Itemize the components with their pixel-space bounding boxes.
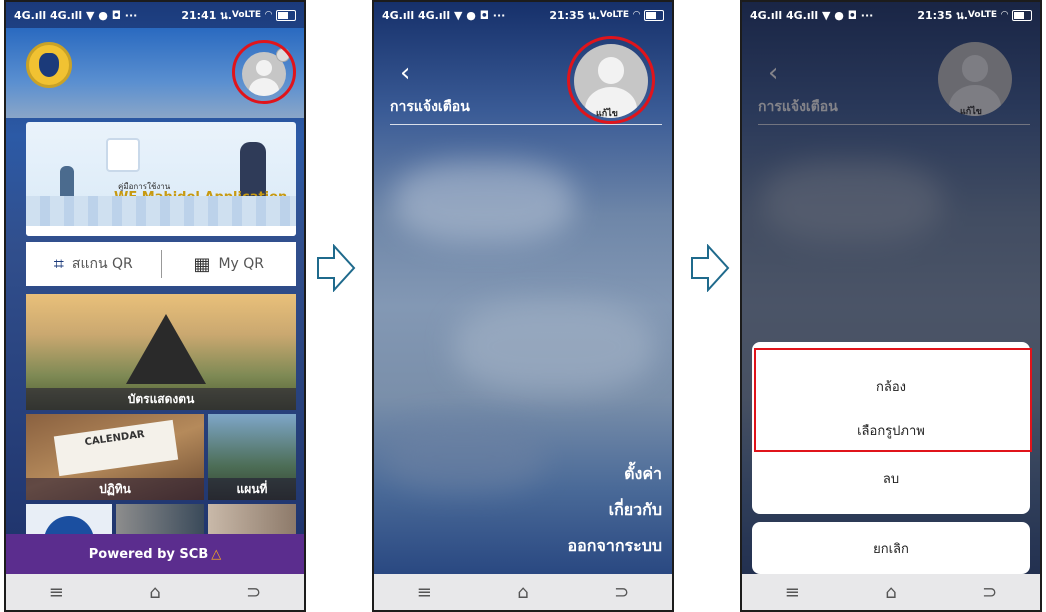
status-time: 21:35 น. [917,9,968,22]
status-time: 21:35 น. [549,9,600,22]
qr-bar: ⌗ สแกน QR ▦ My QR [26,242,296,286]
delete-photo-option[interactable]: ลบ [752,468,1030,489]
tile-id-card[interactable]: บัตรแสดงตน [26,294,296,410]
volte-icon: VoLTE [231,10,262,20]
status-right: VoLTE ◠ [599,9,664,21]
page-title: การแจ้งเตือน [390,99,470,115]
status-signal: 4G.ıll 4G.ıll ▼ ● ◘ ··· [750,8,874,22]
back-icon[interactable]: ⊃ [982,582,997,603]
highlight-box [754,348,1032,452]
scan-qr-button[interactable]: ⌗ สแกน QR [26,253,161,275]
my-qr-label: My QR [218,256,265,272]
cancel-button[interactable]: ยกเลิก [752,522,1030,574]
wifi-icon: ◠ [1001,10,1008,20]
back-arrow-icon[interactable]: ‹ [400,60,410,86]
building-illustration [126,314,206,384]
calendar-card: CALENDAR [53,419,179,477]
status-bar: 4G.ıll 4G.ıll ▼ ● ◘ ··· 21:35 น. VoLTE ◠ [374,2,672,28]
battery-icon [1012,9,1032,21]
menu-icon[interactable]: ≡ [49,582,64,603]
status-time: 21:41 น. [181,9,232,22]
system-nav-bar: ≡ ⌂ ⊃ [6,574,304,610]
blur-shape [454,302,654,392]
highlight-circle [567,36,655,124]
home-icon[interactable]: ⌂ [149,582,160,603]
tile-caption: แผนที่ [208,478,296,500]
my-qr-button[interactable]: ▦ My QR [162,254,297,275]
status-right: VoLTE ◠ [967,9,1032,21]
battery-icon [644,9,664,21]
battery-icon [276,9,296,21]
status-signal: 4G.ıll 4G.ıll ▼ ● ◘ ··· [382,8,506,22]
app-icon [106,138,140,172]
system-nav-bar: ≡ ⌂ ⊃ [374,574,672,610]
menu-icon[interactable]: ≡ [417,582,432,603]
tile-caption: บัตรแสดงตน [26,388,296,410]
tile-caption: ปฏิทิน [26,478,204,500]
scan-qr-label: สแกน QR [71,256,133,272]
promo-banner[interactable]: คู่มือการใช้งาน WE Mahidol Application [26,122,296,236]
menu-icon[interactable]: ≡ [785,582,800,603]
tile-calendar[interactable]: CALENDAR ปฏิทิน [26,414,204,500]
qr-code-icon: ▦ [193,253,211,275]
next-step-arrow-icon [317,244,356,292]
scb-logo-icon: △ [211,546,222,562]
volte-icon: VoLTE [967,10,998,20]
wifi-icon: ◠ [265,10,272,20]
phone-photo-sheet-screen: 4G.ıll 4G.ıll ▼ ● ◘ ··· 21:35 น. VoLTE ◠ … [740,0,1042,612]
home-icon[interactable]: ⌂ [885,582,896,603]
back-icon[interactable]: ⊃ [614,582,629,603]
powered-by-bar: Powered by SCB △ [6,534,304,574]
phone-home-screen: 4G.ıll 4G.ıll ▼ ● ◘ ··· 21:41 น. VoLTE ◠ … [4,0,306,612]
university-logo [26,42,72,88]
blur-shape [394,162,574,242]
status-signal: 4G.ıll 4G.ıll ▼ ● ◘ ··· [14,8,138,22]
status-bar: 4G.ıll 4G.ıll ▼ ● ◘ ··· 21:35 น. VoLTE ◠ [742,2,1040,28]
city-illustration [26,196,296,226]
back-icon[interactable]: ⊃ [246,582,261,603]
home-icon[interactable]: ⌂ [517,582,528,603]
menu-logout[interactable]: ออกจากระบบ [568,534,662,559]
next-step-arrow-icon [691,244,730,292]
wifi-icon: ◠ [633,10,640,20]
system-nav-bar: ≡ ⌂ ⊃ [742,574,1040,610]
status-bar: 4G.ıll 4G.ıll ▼ ● ◘ ··· 21:41 น. VoLTE ◠ [6,2,304,28]
modal-overlay[interactable] [742,2,1040,610]
blur-shape [384,422,544,492]
menu-settings[interactable]: ตั้งค่า [624,462,662,487]
highlight-circle [232,40,296,104]
phone-profile-screen: 4G.ıll 4G.ıll ▼ ● ◘ ··· 21:35 น. VoLTE ◠ … [372,0,674,612]
powered-by-label: Powered by SCB [88,546,209,562]
tile-map[interactable]: แผนที่ [208,414,296,500]
volte-icon: VoLTE [599,10,630,20]
menu-about[interactable]: เกี่ยวกับ [609,498,662,523]
scan-icon: ⌗ [53,253,64,275]
title-divider [390,124,662,125]
banner-footer [26,226,296,236]
status-right: VoLTE ◠ [231,9,296,21]
